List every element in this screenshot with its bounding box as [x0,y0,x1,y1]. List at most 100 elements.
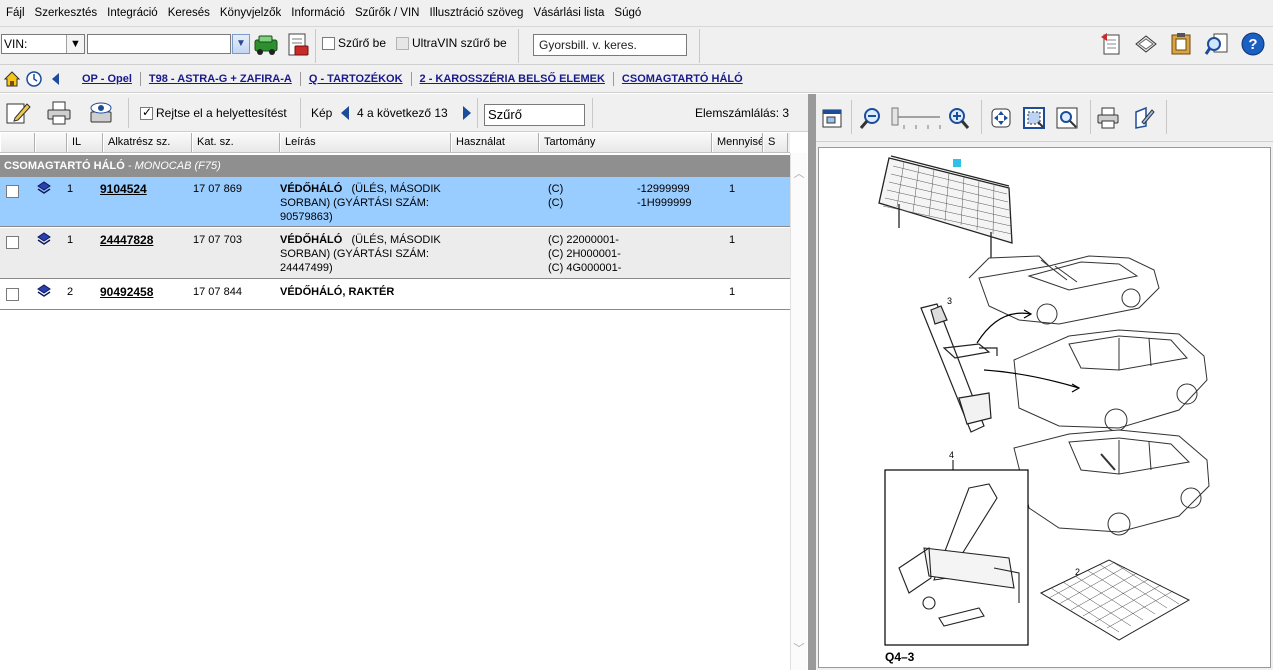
home-icon[interactable] [2,69,22,89]
table-row[interactable]: 1 24447828 17 07 703 VÉDŐHÁLÓ (ÜLÉS, MÁS… [0,228,790,279]
row-il: 1 [67,234,74,246]
scroll-down-icon[interactable]: ﹀ [791,640,807,656]
column-header-range[interactable]: Tartomány [539,133,712,152]
filter-on-checkbox[interactable] [322,36,335,50]
column-header-description[interactable]: Leírás [280,133,451,152]
menu-item[interactable]: Szűrők / VIN [351,0,426,27]
hotspot-marker[interactable] [953,159,961,167]
table-row[interactable]: 1 9104524 17 07 869 VÉDŐHÁLÓ (ÜLÉS, MÁSO… [0,177,790,227]
previous-image-icon[interactable] [339,105,351,124]
group-title: CSOMAGTARTÓ HÁLÓ [4,160,125,172]
catalog-icon[interactable] [1133,31,1159,57]
zoom-region-icon[interactable] [1020,104,1048,132]
preview-icon[interactable] [88,100,114,126]
menu-item[interactable]: Integráció [103,0,164,27]
hide-replacements-checkbox[interactable] [140,105,153,120]
toolbar-separator [128,98,129,128]
breadcrumb-group[interactable]: Q - TARTOZÉKOK [301,73,411,85]
quick-search-input[interactable]: Gyorsbill. v. keres. [533,34,687,56]
part-number-link[interactable]: 24447828 [100,233,153,247]
part-info-icon[interactable] [36,180,52,200]
row-range: (C) (C) [548,183,564,209]
column-headers: IL Alkatrész sz. Kat. sz. Leírás Használ… [0,133,790,153]
vin-document-icon[interactable] [285,32,311,58]
column-header-select[interactable] [0,133,35,152]
toolbar-separator [477,98,478,128]
detach-window-icon[interactable] [818,104,846,132]
row-checkbox[interactable] [6,288,19,301]
column-header-part-number[interactable]: Alkatrész sz. [103,133,192,152]
row-checkbox[interactable] [6,236,19,249]
search-document-icon[interactable] [1204,31,1230,57]
print-illustration-icon[interactable] [1094,104,1122,132]
menu-item[interactable]: Súgó [610,0,647,27]
column-header-usage[interactable]: Használat [451,133,539,152]
print-icon[interactable] [46,100,72,126]
menu-item[interactable]: Szerkesztés [31,0,104,27]
clipboard-icon[interactable] [1168,31,1194,57]
next-image-icon[interactable] [461,105,473,124]
column-header-s[interactable]: S [763,133,788,152]
row-checkbox[interactable] [6,185,19,198]
back-arrow-icon[interactable] [46,69,66,89]
toolbar-separator [699,29,700,63]
breadcrumb-catalog[interactable]: OP - Opel [74,73,140,85]
row-quantity: 1 [729,183,736,195]
vin-type-select[interactable]: VIN: ▼ [1,34,85,54]
group-subtitle: - MONOCAB (F75) [124,160,221,172]
menu-item[interactable]: Információ [287,0,351,27]
back-to-list-icon[interactable] [1098,31,1124,57]
column-header-catalog-number[interactable]: Kat. sz. [192,133,280,152]
row-range-end: -12999999 -1H999999 [637,183,692,209]
toolbar-separator [981,100,982,134]
parts-list-scrollbar[interactable]: ︿ ﹀ [790,153,807,670]
panel-splitter[interactable] [808,94,816,670]
filter-on-toggle[interactable]: Szűrő be [322,36,386,50]
menu-item[interactable]: Illusztráció szöveg [426,0,530,27]
fit-to-window-icon[interactable] [987,104,1015,132]
filter-input[interactable]: Szűrő [484,104,585,126]
breadcrumb-subgroup[interactable]: 2 - KAROSSZÉRIA BELSŐ ELEMEK [412,73,613,85]
filter-on-label: Szűrő be [338,36,387,50]
help-icon[interactable]: ? [1240,31,1266,57]
vin-input[interactable] [87,34,231,54]
part-number-link[interactable]: 9104524 [100,182,147,196]
toolbar-separator [851,100,852,134]
main-toolbar: VIN: ▼ ▼ Szűrő be UltraVIN szűrő be Gyor… [0,27,1273,65]
zoom-slider[interactable] [888,104,944,135]
toolbar-separator [518,29,519,63]
menu-item[interactable]: Vásárlási lista [529,0,610,27]
chevron-down-icon[interactable]: ▼ [66,35,84,53]
hide-replacements-toggle[interactable]: Rejtse el a helyettesítést [140,105,287,120]
catalog-number: 17 07 844 [193,286,242,298]
annotate-icon[interactable] [1130,104,1158,132]
part-info-icon[interactable] [36,283,52,303]
row-description: VÉDŐHÁLÓ (ÜLÉS, MÁSODIK SORBAN) (GYÁRTÁS… [280,182,450,224]
column-header-icon[interactable] [35,133,67,152]
callout-4: 4 [949,450,954,460]
image-label: Kép [311,106,333,120]
part-number-link[interactable]: 90492458 [100,285,153,299]
vin-type-label: VIN: [4,37,28,51]
column-header-il[interactable]: IL [67,133,103,152]
vin-history-dropdown[interactable]: ▼ [232,34,250,54]
zoom-out-icon[interactable] [857,104,885,132]
scroll-up-icon[interactable]: ︿ [791,165,807,181]
parts-illustration[interactable]: 3 4 2 Q4–3 [818,147,1271,668]
edit-notes-icon[interactable] [5,100,31,126]
menu-item[interactable]: Könyvjelzők [216,0,287,27]
parts-list-toolbar: Rejtse el a helyettesítést Kép 4 a követ… [0,94,808,132]
menu-item[interactable]: Fájl [2,0,31,27]
zoom-in-icon[interactable] [944,104,972,132]
part-info-icon[interactable] [36,231,52,251]
breadcrumb-model[interactable]: T98 - ASTRA-G + ZAFIRA-A [141,73,300,85]
history-icon[interactable] [24,69,44,89]
column-header-quantity[interactable]: Mennyisé [712,133,763,152]
menu-item[interactable]: Keresés [164,0,216,27]
vehicle-icon[interactable] [253,32,279,58]
breadcrumb-current[interactable]: CSOMAGTARTÓ HÁLÓ [614,73,751,85]
table-row[interactable]: 2 90492458 17 07 844 VÉDŐHÁLÓ, RAKTÉR 1 [0,280,790,310]
description-title: VÉDŐHÁLÓ, RAKTÉR [280,286,395,298]
zoom-fit-icon[interactable] [1053,104,1081,132]
callout-3: 3 [947,296,952,306]
